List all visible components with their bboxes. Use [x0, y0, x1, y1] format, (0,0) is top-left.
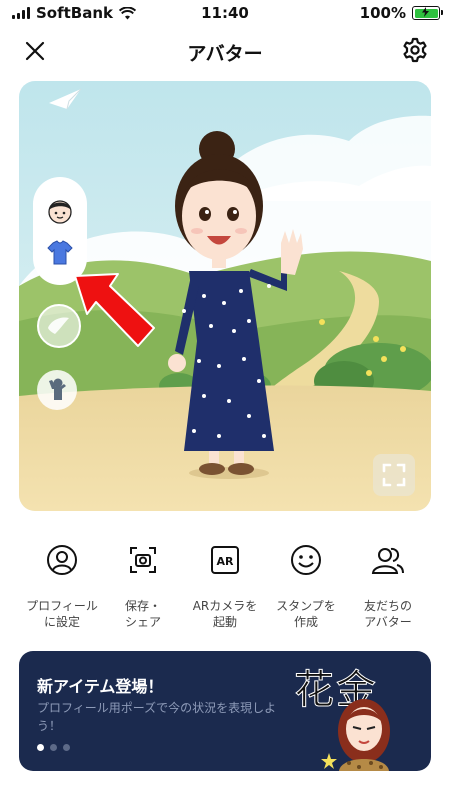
friends-icon	[371, 547, 404, 574]
page-dot	[37, 744, 44, 751]
fullscreen-button[interactable]	[373, 454, 415, 496]
banner-subtitle: プロフィール用ポーズで今の状況を表現しよう！	[37, 701, 277, 733]
ar-icon: AR	[211, 546, 239, 574]
smile-icon	[291, 545, 321, 575]
status-right: 100%	[359, 4, 443, 22]
page-title: アバター	[187, 43, 263, 65]
banner-title: 新アイテム登場！	[37, 677, 164, 696]
set-profile-button[interactable]: プロフィール に設定	[22, 540, 102, 630]
pose-tab[interactable]	[37, 370, 77, 410]
annotation-arrow-icon	[74, 273, 155, 347]
ar-camera-label: ARカメラを 起動	[192, 599, 258, 629]
profile-icon	[47, 545, 77, 575]
pose-icon	[49, 378, 66, 400]
nav-bar: アバター	[0, 28, 450, 74]
create-stamp-label: スタンプを 作成	[276, 599, 336, 629]
battery-percent: 100%	[359, 4, 406, 22]
friends-avatar-button[interactable]: 友だちの アバター	[348, 540, 428, 630]
save-share-button[interactable]: 保存・ シェア	[103, 540, 183, 630]
banner-pagination	[37, 744, 70, 751]
ar-camera-button[interactable]: AR ARカメラを 起動	[185, 540, 265, 630]
create-stamp-button[interactable]: スタンプを 作成	[266, 540, 346, 630]
page-dot	[63, 744, 70, 751]
battery-icon	[412, 6, 443, 20]
set-profile-label: プロフィール に設定	[26, 599, 98, 629]
page-dot	[50, 744, 57, 751]
save-share-label: 保存・ シェア	[124, 599, 161, 629]
action-row: プロフィール に設定 保存・ シェア AR ARカメラを 起動 スタンプを 作成	[0, 540, 450, 630]
camera-frame-icon	[130, 547, 156, 573]
fullscreen-icon	[382, 463, 406, 487]
status-bar: SoftBank 11:40 100%	[0, 0, 450, 28]
promo-banner[interactable]: 新アイテム登場！ プロフィール用ポーズで今の状況を表現しよう！ 花金	[19, 651, 431, 771]
ar-icon-text: AR	[217, 555, 235, 568]
face-icon	[48, 200, 72, 224]
banner-avatar-illustration	[321, 699, 390, 771]
friends-avatar-label: 友だちの アバター	[363, 599, 412, 629]
face-tab[interactable]	[40, 191, 80, 231]
gear-icon[interactable]	[402, 37, 428, 63]
